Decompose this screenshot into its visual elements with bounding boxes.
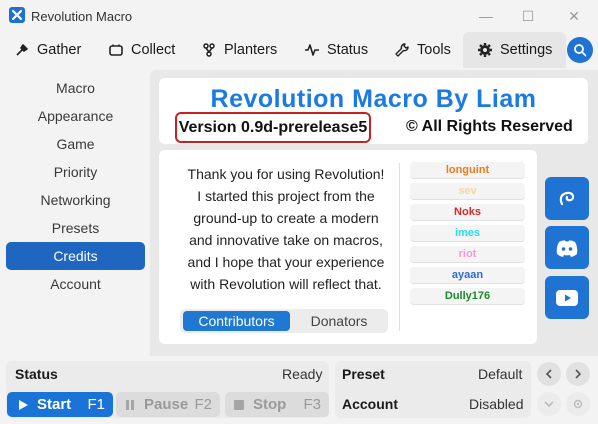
thanks-message: Thank you for using Revolution! I starte… <box>181 163 391 295</box>
thanks-line: and innovative take on macros, <box>189 232 383 248</box>
status-label: Status <box>15 366 58 382</box>
sidebar-item-priority[interactable]: Priority <box>6 158 145 186</box>
version-text: Version 0.9d-prerelease5 <box>178 119 368 136</box>
gear-icon <box>478 43 492 57</box>
sidebar-item-account[interactable]: Account <box>6 270 145 298</box>
tab-donators[interactable]: Donators <box>293 311 385 331</box>
start-button[interactable]: Start F1 <box>7 392 113 417</box>
tab-label: Planters <box>224 42 278 58</box>
tab-settings[interactable]: Settings <box>463 32 567 68</box>
youtube-icon <box>556 289 578 306</box>
chevron-right-icon <box>575 369 582 379</box>
app-window: Revolution Macro — ☐ ✕ Gather Collect Pl… <box>0 0 598 424</box>
start-hotkey: F1 <box>87 396 105 413</box>
page-title: Revolution Macro By Liam <box>210 85 537 113</box>
tab-label: Settings <box>500 42 553 58</box>
account-settings-button[interactable] <box>566 392 590 416</box>
stop-label: Stop <box>253 396 287 413</box>
tab-collect[interactable]: Collect <box>108 32 175 68</box>
sidebar-item-networking[interactable]: Networking <box>6 186 145 214</box>
account-dropdown-button[interactable] <box>537 392 561 416</box>
tab-label: Status <box>327 42 369 58</box>
version-badge: Version 0.9d-prerelease5 <box>175 112 371 143</box>
contributor-name: imes <box>410 225 525 242</box>
gather-icon <box>16 44 28 56</box>
preset-next-button[interactable] <box>566 362 590 386</box>
contributor-name: sev <box>410 183 525 200</box>
sidebar-item-macro[interactable]: Macro <box>6 74 145 102</box>
main-nav: Gather Collect Planters Status Tools Set… <box>0 32 598 68</box>
pause-hotkey: F2 <box>194 396 212 413</box>
chevron-down-icon <box>544 401 554 408</box>
app-logo-icon <box>9 7 25 23</box>
sidebar-item-appearance[interactable]: Appearance <box>6 102 145 130</box>
preset-prev-button[interactable] <box>537 362 561 386</box>
maximize-button[interactable]: ☐ <box>516 4 540 28</box>
preset-value: Default <box>478 366 523 382</box>
thanks-line: ground-up to create a modern <box>193 210 379 226</box>
chevron-left-icon <box>545 369 552 379</box>
play-icon <box>19 399 28 410</box>
tab-label: Tools <box>417 42 451 58</box>
start-label: Start <box>37 396 72 413</box>
contributor-name: Dully176 <box>410 288 525 305</box>
minimize-button[interactable]: — <box>474 4 498 28</box>
stop-icon <box>234 399 244 410</box>
thanks-line: with Revolution will reflect that. <box>190 276 382 292</box>
pause-label: Pause <box>144 396 189 413</box>
tab-label: Collect <box>131 42 176 58</box>
link-icon <box>559 191 575 205</box>
sidebar-item-game[interactable]: Game <box>6 130 145 158</box>
contributor-name: Noks <box>410 204 525 221</box>
pause-icon <box>126 399 134 410</box>
title-bar: Revolution Macro — ☐ ✕ <box>0 0 598 32</box>
tab-planters[interactable]: Planters <box>201 32 277 68</box>
gear-icon <box>573 399 583 409</box>
status-value: Ready <box>282 366 323 382</box>
tab-contributors[interactable]: Contributors <box>183 311 290 331</box>
preset-label: Preset <box>342 366 385 382</box>
close-button[interactable]: ✕ <box>562 4 586 28</box>
stop-button[interactable]: Stop F3 <box>225 392 329 417</box>
tab-gather[interactable]: Gather <box>14 32 81 68</box>
pause-button[interactable]: Pause F2 <box>116 392 220 417</box>
sidebar-item-credits[interactable]: Credits <box>6 242 145 270</box>
thanks-line: and I hope that your experience <box>187 254 385 270</box>
search-button[interactable] <box>567 37 593 63</box>
planters-icon <box>203 43 215 57</box>
sidebar-item-presets[interactable]: Presets <box>6 214 145 242</box>
tools-icon <box>395 43 409 57</box>
discord-button[interactable] <box>545 226 589 269</box>
thanks-line: I started this project from the <box>197 188 375 204</box>
contributor-name: ayaan <box>410 267 525 284</box>
tab-status[interactable]: Status <box>304 32 368 68</box>
thanks-line: Thank you for using Revolution! <box>187 166 385 182</box>
divider <box>399 163 400 331</box>
tab-tools[interactable]: Tools <box>394 32 451 68</box>
contributor-name: riot <box>410 246 525 263</box>
window-title: Revolution Macro <box>31 9 133 24</box>
website-button[interactable] <box>545 177 589 220</box>
discord-icon <box>556 239 578 257</box>
tab-label: Gather <box>37 42 82 58</box>
status-icon <box>305 44 319 56</box>
copyright-text: © All Rights Reserved <box>406 118 573 135</box>
stop-hotkey: F3 <box>303 396 321 413</box>
youtube-button[interactable] <box>545 276 589 319</box>
account-label: Account <box>342 396 398 412</box>
search-icon <box>574 44 587 57</box>
credits-segment-control: Contributors Donators <box>180 309 388 333</box>
contributor-name: longuint <box>410 162 525 179</box>
account-value: Disabled <box>469 396 524 412</box>
collect-icon <box>109 44 123 56</box>
